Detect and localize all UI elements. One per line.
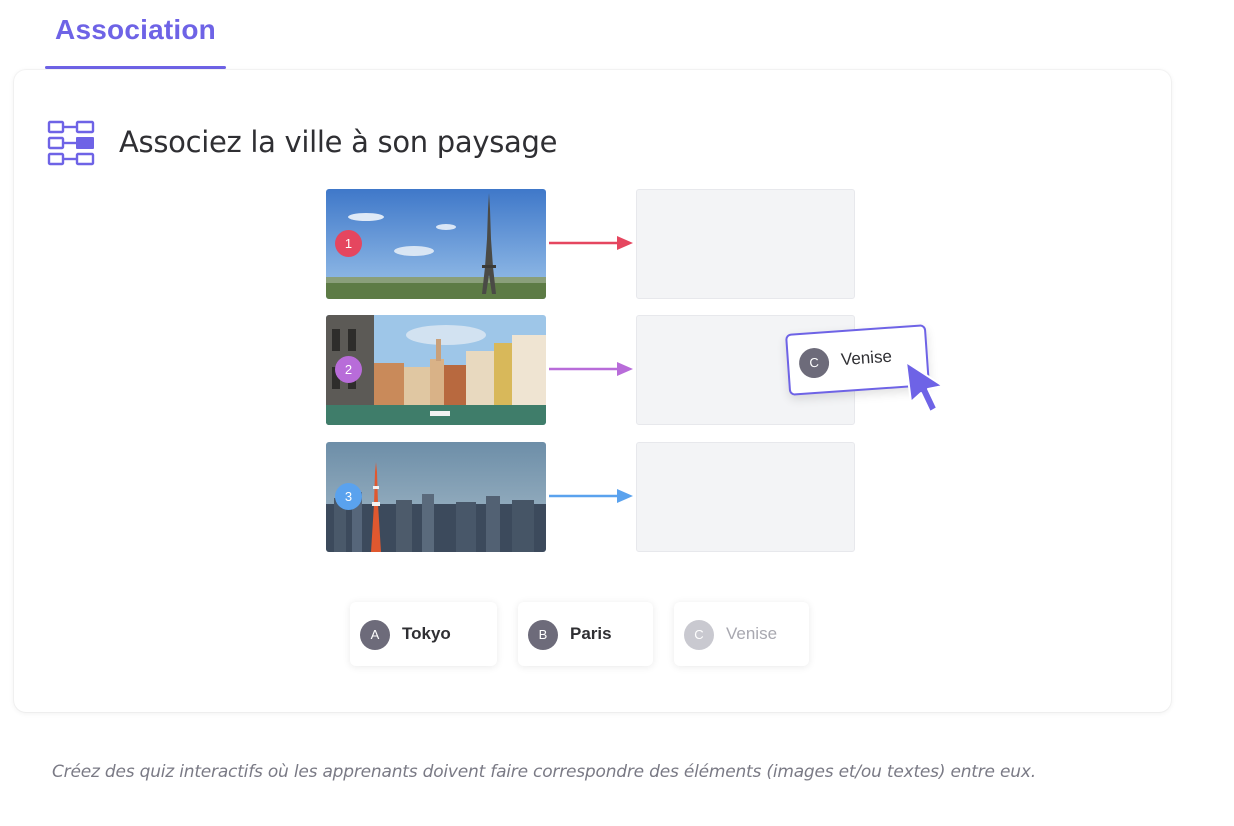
drop-zone-3[interactable]	[636, 442, 855, 552]
answer-option-b[interactable]: B Paris	[518, 602, 653, 666]
arrow-right-icon	[549, 236, 633, 250]
arrow-right-icon	[549, 489, 633, 503]
item-number-badge: 2	[335, 356, 362, 383]
answer-option-a[interactable]: A Tokyo	[350, 602, 497, 666]
tab-association[interactable]: Association	[45, 0, 226, 69]
answer-letter-badge: A	[360, 620, 390, 650]
item-number-badge: 3	[335, 483, 362, 510]
association-grid-icon	[47, 120, 95, 166]
question-title: Associez la ville à son paysage	[119, 125, 558, 159]
answer-letter-badge: C	[798, 347, 831, 380]
tab-active-indicator	[45, 66, 226, 69]
feature-description: Créez des quiz interactifs où les appren…	[52, 762, 1036, 782]
arrow-right-icon	[549, 362, 633, 376]
drop-zone-1[interactable]	[636, 189, 855, 299]
answer-letter-badge: C	[684, 620, 714, 650]
item-number-badge: 1	[335, 230, 362, 257]
answer-label: Tokyo	[402, 624, 451, 643]
answer-letter-badge: B	[528, 620, 558, 650]
answer-label: Paris	[570, 624, 612, 643]
pointer-cursor-icon	[905, 361, 944, 413]
answer-option-c: C Venise	[674, 602, 809, 666]
answer-label: Venise	[726, 624, 778, 643]
answer-label: Venise	[840, 346, 893, 370]
tab-label: Association	[55, 14, 216, 45]
